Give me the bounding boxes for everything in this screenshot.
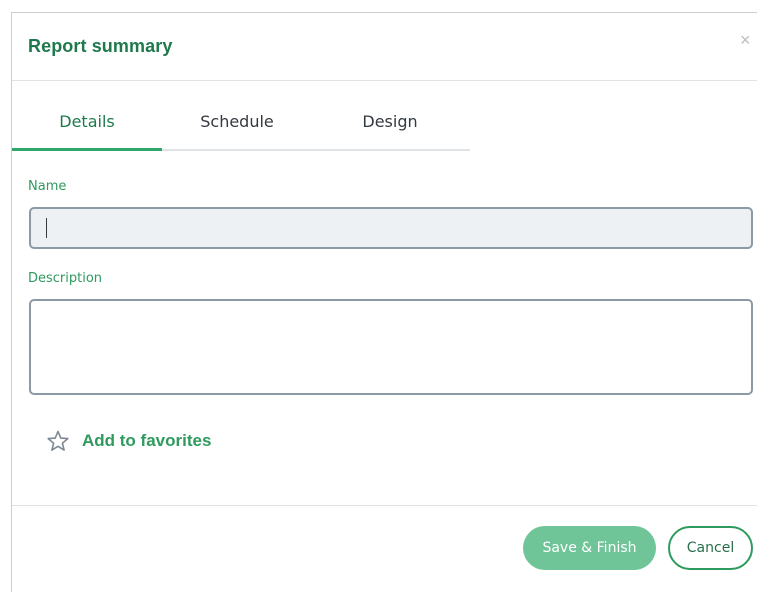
star-outline-icon <box>46 429 70 453</box>
text-caret <box>46 218 47 238</box>
tab-bar: Details Schedule Design <box>12 101 470 151</box>
dialog-header: Report summary × <box>12 13 757 81</box>
add-to-favorites-link[interactable]: Add to favorites <box>46 429 211 453</box>
name-input[interactable] <box>29 207 753 249</box>
name-label: Name <box>28 179 67 194</box>
tab-details[interactable]: Details <box>12 101 162 151</box>
description-textarea[interactable] <box>29 299 753 395</box>
save-and-finish-button[interactable]: Save & Finish <box>523 526 656 570</box>
footer-divider <box>12 505 757 506</box>
add-to-favorites-label: Add to favorites <box>82 431 212 450</box>
cancel-button[interactable]: Cancel <box>668 526 753 570</box>
description-label: Description <box>28 271 103 286</box>
dialog-title: Report summary <box>28 36 173 56</box>
tab-schedule[interactable]: Schedule <box>162 101 312 151</box>
tab-design[interactable]: Design <box>315 101 465 151</box>
report-summary-dialog: Report summary × Details Schedule Design… <box>11 12 757 592</box>
close-icon[interactable]: × <box>740 31 751 49</box>
